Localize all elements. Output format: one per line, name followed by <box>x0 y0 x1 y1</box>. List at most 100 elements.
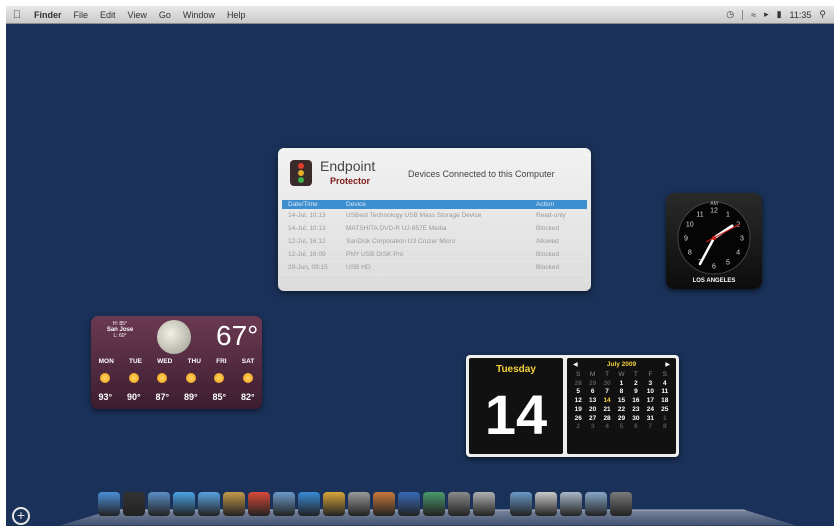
time-machine-icon[interactable]: ◷ <box>726 9 734 20</box>
calendar-day[interactable]: 2 <box>629 380 643 389</box>
finder-icon[interactable] <box>98 492 120 516</box>
wifi-icon[interactable]: ≈ <box>751 10 756 20</box>
folder-icon[interactable] <box>585 492 607 516</box>
iweb-icon[interactable] <box>348 492 370 516</box>
cell-action: Blocked <box>530 248 587 262</box>
calendar-day[interactable]: 2 <box>571 423 585 432</box>
traffic-light-icon <box>290 160 312 186</box>
itunes-icon[interactable] <box>298 492 320 516</box>
calendar-day[interactable]: 30 <box>600 380 614 389</box>
calendar-day[interactable]: 13 <box>585 397 599 406</box>
calendar-day[interactable]: 10 <box>643 388 657 397</box>
menu-go[interactable]: Go <box>153 10 177 20</box>
trash-icon[interactable] <box>610 492 632 516</box>
calendar-day[interactable]: 17 <box>643 397 657 406</box>
sun-icon <box>157 373 168 383</box>
calendar-day[interactable]: 24 <box>643 406 657 415</box>
clock-pin <box>712 236 716 240</box>
ical-icon[interactable] <box>248 492 270 516</box>
calendar-day[interactable]: 31 <box>643 415 657 424</box>
menu-window[interactable]: Window <box>177 10 221 20</box>
menu-edit[interactable]: Edit <box>94 10 122 20</box>
calendar-day[interactable]: 25 <box>658 406 672 415</box>
calendar-day[interactable]: 1 <box>614 380 628 389</box>
menu-help[interactable]: Help <box>221 10 252 20</box>
clock-text[interactable]: 11:35 <box>790 10 812 20</box>
endpoint-protector-widget[interactable]: Endpoint Protector Devices Connected to … <box>278 148 591 291</box>
table-row[interactable]: 14-Jul, 10:13 MATSHITA DVD-R UJ-857E Med… <box>282 222 587 236</box>
calendar-day[interactable]: 1 <box>658 415 672 424</box>
calendar-day[interactable]: 8 <box>614 388 628 397</box>
calendar-day[interactable]: 4 <box>658 380 672 389</box>
spaces-icon[interactable] <box>398 492 420 516</box>
calendar-day[interactable]: 22 <box>614 406 628 415</box>
ichat-icon[interactable] <box>198 492 220 516</box>
calendar-day[interactable]: 28 <box>571 380 585 389</box>
calendar-day[interactable]: 11 <box>658 388 672 397</box>
calendar-day[interactable]: 19 <box>571 406 585 415</box>
clock-face: AM 121234567891011 <box>677 201 751 275</box>
table-row[interactable]: 14-Jul, 10:13 USBest Technology USB Mass… <box>282 209 587 223</box>
documents-stack-icon[interactable] <box>535 492 557 516</box>
system-preferences-icon[interactable] <box>448 492 470 516</box>
calendar-day[interactable]: 29 <box>585 380 599 389</box>
calendar-day-today[interactable]: 14 <box>600 397 614 406</box>
calendar-day[interactable]: 5 <box>614 423 628 432</box>
time-machine-icon[interactable] <box>423 492 445 516</box>
applications-folder-icon[interactable] <box>510 492 532 516</box>
calendar-day[interactable]: 12 <box>571 397 585 406</box>
calendar-day[interactable]: 21 <box>600 406 614 415</box>
world-clock-widget[interactable]: AM 121234567891011 LOS ANGELES <box>666 193 762 289</box>
calendar-day[interactable]: 6 <box>585 388 599 397</box>
iphoto-icon[interactable] <box>273 492 295 516</box>
column-datetime[interactable]: Date/Time <box>282 200 340 209</box>
menu-finder[interactable]: Finder <box>28 10 68 20</box>
cell-device: PNY USB DISK Pro <box>340 248 530 262</box>
preview-icon[interactable] <box>148 492 170 516</box>
spotlight-icon[interactable]: ⚲ <box>819 9 826 20</box>
dashboard-icon[interactable] <box>123 492 145 516</box>
column-action[interactable]: Action <box>530 200 587 209</box>
calendar-day[interactable]: 4 <box>600 423 614 432</box>
calendar-widget[interactable]: Tuesday 14 ◀ July 2009 ▶ S M T W T F S 28 29 30 1 2… <box>466 355 679 457</box>
script-editor-icon[interactable] <box>473 492 495 516</box>
volume-icon[interactable]: ▸ <box>764 9 769 20</box>
calendar-day[interactable]: 3 <box>585 423 599 432</box>
safari-icon[interactable] <box>173 492 195 516</box>
table-row[interactable]: 12-Jul, 16:09 PNY USB DISK Pro Blocked <box>282 248 587 262</box>
calendar-day[interactable]: 8 <box>658 423 672 432</box>
calendar-day[interactable]: 23 <box>629 406 643 415</box>
address-book-icon[interactable] <box>223 492 245 516</box>
calendar-day[interactable]: 7 <box>643 423 657 432</box>
calendar-day[interactable]: 30 <box>629 415 643 424</box>
garageband-icon[interactable] <box>373 492 395 516</box>
calendar-day[interactable]: 3 <box>643 380 657 389</box>
menu-view[interactable]: View <box>122 10 153 20</box>
calendar-day[interactable]: 27 <box>585 415 599 424</box>
calendar-day[interactable]: 15 <box>614 397 628 406</box>
calendar-day[interactable]: 6 <box>629 423 643 432</box>
calendar-day[interactable]: 16 <box>629 397 643 406</box>
calendar-day[interactable]: 28 <box>600 415 614 424</box>
cell-action: Blocked <box>530 261 587 275</box>
clock-number: 12 <box>710 208 718 215</box>
calendar-day[interactable]: 18 <box>658 397 672 406</box>
calendar-day[interactable]: 7 <box>600 388 614 397</box>
weather-widget[interactable]: H: 85° San Jose L: 60° 67° MON TUE WED T… <box>91 316 262 409</box>
downloads-stack-icon[interactable] <box>560 492 582 516</box>
calendar-day[interactable]: 9 <box>629 388 643 397</box>
calendar-day[interactable]: 29 <box>614 415 628 424</box>
calendar-day[interactable]: 26 <box>571 415 585 424</box>
table-row[interactable]: 12-Jul, 16:12 SanDisk Corporation U3 Cru… <box>282 235 587 249</box>
add-widget-button[interactable]: + <box>12 507 30 525</box>
menu-file[interactable]: File <box>68 10 95 20</box>
column-device[interactable]: Device <box>340 200 530 209</box>
apple-menu-icon[interactable]:  <box>6 9 28 21</box>
battery-icon[interactable]: ▮ <box>777 9 782 20</box>
next-month-button[interactable]: ▶ <box>665 361 670 368</box>
calendar-day[interactable]: 5 <box>571 388 585 397</box>
forecast-temp: 87° <box>155 392 170 402</box>
table-row[interactable]: 29-Jun, 09:15 USB HD Blocked <box>282 261 587 275</box>
imovie-icon[interactable] <box>323 492 345 516</box>
calendar-day[interactable]: 20 <box>585 406 599 415</box>
